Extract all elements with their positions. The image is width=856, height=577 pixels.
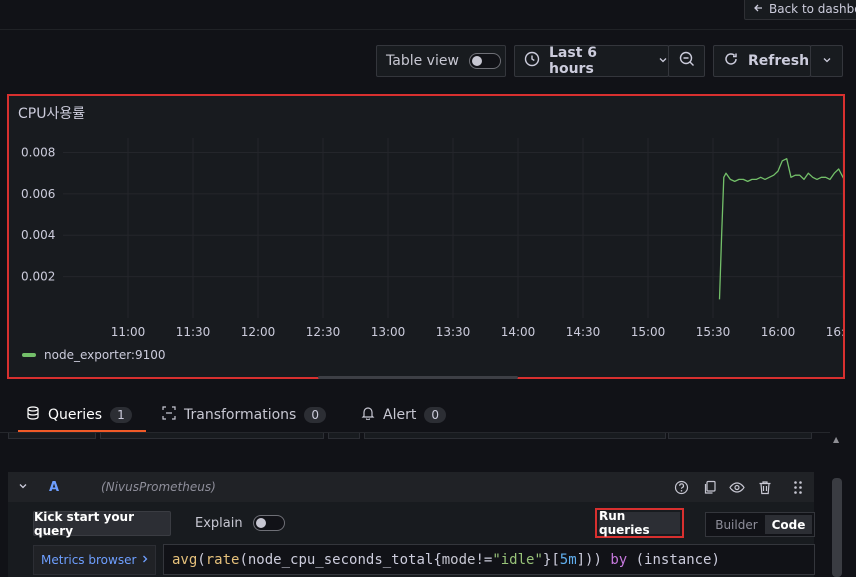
query-token: (instance) <box>627 551 720 568</box>
editor-tabs: Queries 1 Transformations 0 Alert 0 <box>0 398 856 432</box>
cpu-chart: 0.008 0.006 0.004 0.002 11:00 11:30 12:00 12:30… <box>21 138 843 339</box>
arrow-left-icon <box>753 2 763 16</box>
tab-queries[interactable]: Queries 1 <box>18 398 146 432</box>
promql-query-input[interactable]: avg(rate (node_cpu_seconds_total{mode != "i… <box>163 544 815 575</box>
y-tick-label: 0.008 <box>21 145 55 159</box>
query-token: 5m <box>559 551 577 568</box>
back-to-dashboard-button[interactable]: Back to dashboard <box>744 0 856 20</box>
x-tick-label: 15:00 <box>631 325 666 339</box>
query-token: != <box>475 551 493 568</box>
count-badge: 1 <box>110 407 132 423</box>
panel-preview: CPU사용률 0.008 0.006 0.004 0.002 11:00 11:30 12:… <box>7 94 845 379</box>
x-tick-label: 12:00 <box>241 325 276 339</box>
query-options-stub <box>364 433 666 439</box>
bell-icon <box>361 406 375 424</box>
query-token: avg <box>172 551 198 568</box>
legend-swatch <box>22 353 36 357</box>
tab-alert[interactable]: Alert 0 <box>353 398 454 432</box>
query-row-header[interactable]: A (NivusPrometheus) <box>8 472 814 502</box>
panel-resize-handle[interactable] <box>318 376 518 379</box>
x-tick-label: 11:30 <box>176 325 211 339</box>
x-tick-label: 11:00 <box>111 325 146 339</box>
query-token: ])) <box>576 551 611 568</box>
chevron-down-icon[interactable] <box>18 481 28 494</box>
chevron-down-icon <box>658 53 668 69</box>
query-token: mode <box>441 551 476 568</box>
x-tick-label: 14:30 <box>566 325 601 339</box>
x-tick-label: 14:00 <box>501 325 536 339</box>
zoom-out-button[interactable] <box>668 45 705 77</box>
count-badge: 0 <box>424 407 446 423</box>
refresh-button[interactable]: Refresh <box>713 45 811 77</box>
query-token: ( <box>197 551 206 568</box>
tab-transformations[interactable]: Transformations 0 <box>154 398 334 432</box>
table-view-label: Table view <box>386 53 459 69</box>
scrollbar-thumb[interactable] <box>832 478 842 577</box>
header-divider <box>0 29 856 30</box>
tab-label: Alert <box>383 407 417 423</box>
y-tick-label: 0.006 <box>21 187 55 201</box>
legend-label: node_exporter:9100 <box>44 348 166 362</box>
database-icon <box>26 406 40 424</box>
chevron-right-icon <box>141 553 149 567</box>
options-stub <box>8 433 96 439</box>
explain-label: Explain <box>195 515 243 531</box>
chevron-down-icon <box>822 54 832 69</box>
x-tick-label: 16:30 <box>826 325 843 339</box>
help-icon[interactable] <box>673 479 689 495</box>
eye-icon[interactable] <box>729 479 745 495</box>
metrics-browser-button[interactable]: Metrics browser <box>33 545 156 575</box>
query-letter[interactable]: A <box>49 480 59 495</box>
duplicate-icon[interactable] <box>701 479 717 495</box>
drag-handle-icon[interactable] <box>790 479 806 495</box>
time-range-picker[interactable]: Last 6 hours <box>514 45 669 77</box>
tab-label: Transformations <box>184 407 297 423</box>
explain-switch[interactable] <box>252 515 285 531</box>
x-tick-label: 13:30 <box>436 325 471 339</box>
transform-icon <box>162 406 176 424</box>
clock-icon <box>524 51 540 71</box>
query-token: }[ <box>542 551 560 568</box>
metrics-browser-label: Metrics browser <box>41 553 137 567</box>
code-mode-option[interactable]: Code <box>764 515 812 534</box>
explain-toggle[interactable]: Explain <box>195 515 285 531</box>
builder-mode-option[interactable]: Builder <box>708 515 765 534</box>
x-tick-label: 16:00 <box>761 325 796 339</box>
x-tick-label: 12:30 <box>306 325 341 339</box>
table-view-toggle[interactable]: Table view <box>376 45 506 77</box>
table-view-switch[interactable] <box>468 53 501 69</box>
editor-mode-toggle: Builder Code <box>705 512 815 537</box>
query-token: by <box>610 551 628 568</box>
run-queries-button[interactable]: Run queries <box>599 509 680 537</box>
refresh-label: Refresh <box>748 53 810 69</box>
y-tick-label: 0.002 <box>21 270 55 284</box>
inspector-stub <box>668 433 812 439</box>
settings-stub <box>328 433 360 439</box>
x-tick-label: 13:00 <box>371 325 406 339</box>
zoom-out-icon <box>679 51 695 71</box>
refresh-icon <box>723 51 739 71</box>
series-line <box>718 158 843 300</box>
tab-label: Queries <box>48 407 103 423</box>
query-datasource: (NivusPrometheus) <box>101 480 216 494</box>
count-badge: 0 <box>304 407 326 423</box>
scroll-up-icon[interactable]: ▲ <box>833 435 839 444</box>
trash-icon[interactable] <box>757 479 773 495</box>
legend[interactable]: node_exporter:9100 <box>22 348 166 362</box>
query-token: "idle" <box>492 551 543 568</box>
query-token: rate <box>205 551 240 568</box>
datasource-picker-stub <box>100 433 324 439</box>
x-tick-label: 15:30 <box>696 325 731 339</box>
refresh-interval-dropdown[interactable] <box>810 45 843 77</box>
back-label: Back to dashboard <box>769 2 856 16</box>
query-token: (node_cpu_seconds_total{ <box>239 551 442 568</box>
kick-start-button[interactable]: Kick start your query <box>33 510 171 538</box>
y-tick-label: 0.004 <box>21 228 55 242</box>
time-range-label: Last 6 hours <box>549 45 598 77</box>
